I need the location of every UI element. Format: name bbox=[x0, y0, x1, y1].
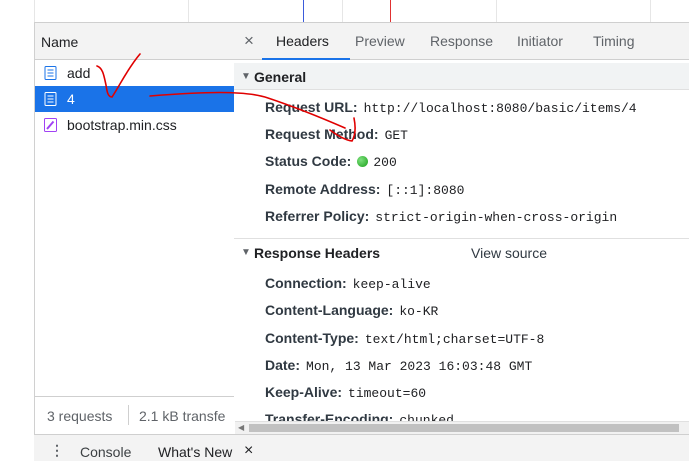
header-value: keep-alive bbox=[352, 277, 431, 292]
timeline-gridline bbox=[650, 0, 651, 22]
header-key: Referrer Policy: bbox=[265, 208, 370, 224]
header-row-status-code: Status Code: 200 bbox=[265, 153, 397, 170]
request-name: bootstrap.min.css bbox=[67, 117, 177, 133]
document-icon bbox=[44, 66, 57, 80]
request-details-panel: × Headers Preview Response Initiator Tim… bbox=[234, 22, 689, 434]
expand-triangle-icon: ▼ bbox=[241, 247, 251, 258]
scroll-left-arrow-icon[interactable]: ◀ bbox=[238, 423, 244, 432]
request-name: add bbox=[67, 65, 91, 81]
stylesheet-icon bbox=[44, 118, 57, 132]
header-key: Connection: bbox=[265, 275, 347, 291]
drawer-tab-whats-new[interactable]: What's New bbox=[158, 444, 232, 460]
header-value: strict-origin-when-cross-origin bbox=[375, 210, 618, 225]
header-row-remote-address: Remote Address: [::1]:8080 bbox=[265, 181, 464, 198]
drawer-menu-icon[interactable]: ⋮ bbox=[50, 442, 64, 459]
header-key: Request Method: bbox=[265, 126, 379, 142]
scrollbar-thumb[interactable] bbox=[249, 424, 679, 432]
header-value: 200 bbox=[373, 155, 397, 170]
header-key: Request URL: bbox=[265, 99, 358, 115]
general-section-header[interactable]: ▼ General bbox=[234, 63, 689, 90]
general-section-title: General bbox=[254, 69, 307, 85]
tab-headers[interactable]: Headers bbox=[276, 33, 329, 49]
horizontal-scrollbar[interactable]: ◀ bbox=[235, 421, 689, 435]
header-value: Mon, 13 Mar 2023 16:03:48 GMT bbox=[306, 359, 533, 374]
header-value: chunked bbox=[399, 413, 454, 421]
tab-timing[interactable]: Timing bbox=[593, 33, 635, 49]
close-drawer-tab-icon[interactable]: × bbox=[244, 442, 253, 460]
header-key: Status Code: bbox=[265, 153, 352, 169]
tab-preview[interactable]: Preview bbox=[355, 33, 405, 49]
header-row-content-type: Content-Type: text/html;charset=UTF-8 bbox=[265, 330, 544, 347]
header-value: text/html;charset=UTF-8 bbox=[364, 332, 545, 347]
header-row-keep-alive: Keep-Alive: timeout=60 bbox=[265, 384, 426, 401]
timeline-gridline bbox=[188, 0, 189, 22]
document-icon bbox=[44, 92, 57, 106]
header-row-connection: Connection: keep-alive bbox=[265, 275, 431, 292]
header-key: Keep-Alive: bbox=[265, 384, 343, 400]
header-key: Remote Address: bbox=[265, 181, 381, 197]
status-divider bbox=[128, 405, 129, 425]
header-key: Date: bbox=[265, 357, 301, 373]
name-column-header[interactable]: Name bbox=[35, 22, 234, 60]
request-row-bootstrap[interactable]: bootstrap.min.css bbox=[35, 112, 234, 138]
transfer-size: 2.1 kB transfe bbox=[139, 408, 226, 424]
request-list-panel: Name add 4 bootstrap.min.css 3 requests … bbox=[34, 22, 235, 434]
timeline-gridline bbox=[496, 0, 497, 22]
request-count: 3 requests bbox=[47, 408, 113, 424]
request-name: 4 bbox=[67, 91, 75, 107]
header-value: ko-KR bbox=[399, 304, 439, 319]
expand-triangle-icon: ▼ bbox=[241, 71, 251, 82]
view-source-link[interactable]: View source bbox=[471, 245, 547, 261]
request-row-add[interactable]: add bbox=[35, 60, 234, 86]
tab-response[interactable]: Response bbox=[430, 33, 493, 49]
timeline-overview[interactable] bbox=[0, 0, 689, 22]
response-headers-title: Response Headers bbox=[254, 245, 381, 261]
header-row-request-url: Request URL: http://localhost:8080/basic/… bbox=[265, 99, 637, 116]
header-value: [::1]:8080 bbox=[386, 183, 465, 198]
header-row-transfer-encoding: Transfer-Encoding: chunked bbox=[265, 411, 454, 421]
status-ok-icon bbox=[357, 156, 369, 167]
details-tab-bar: × Headers Preview Response Initiator Tim… bbox=[234, 22, 689, 60]
header-value: http://localhost:8080/basic/items/4 bbox=[363, 101, 637, 116]
timeline-gridline bbox=[342, 0, 343, 22]
header-row-content-language: Content-Language: ko-KR bbox=[265, 302, 438, 319]
header-row-referrer-policy: Referrer Policy: strict-origin-when-cross… bbox=[265, 208, 617, 225]
timeline-dom-marker bbox=[303, 0, 304, 22]
tab-initiator[interactable]: Initiator bbox=[517, 33, 563, 49]
close-details-icon[interactable]: × bbox=[244, 31, 254, 51]
active-tab-indicator bbox=[262, 58, 350, 60]
response-headers-section-header[interactable]: ▼ Response Headers View source bbox=[234, 238, 689, 265]
bottom-drawer-bar: ⋮ Console What's New × bbox=[34, 434, 689, 461]
timeline-gridline bbox=[34, 0, 35, 22]
name-column-label: Name bbox=[41, 34, 79, 50]
header-row-date: Date: Mon, 13 Mar 2023 16:03:48 GMT bbox=[265, 357, 532, 374]
drawer-tab-console[interactable]: Console bbox=[80, 444, 131, 460]
timeline-load-marker bbox=[390, 0, 391, 22]
header-key: Transfer-Encoding: bbox=[265, 411, 394, 421]
network-status-bar: 3 requests 2.1 kB transfe bbox=[35, 396, 234, 434]
header-row-request-method: Request Method: GET bbox=[265, 126, 408, 143]
header-key: Content-Type: bbox=[265, 330, 359, 346]
header-key: Content-Language: bbox=[265, 302, 394, 318]
request-row-4[interactable]: 4 bbox=[35, 86, 234, 112]
header-value: timeout=60 bbox=[348, 386, 427, 401]
header-value: GET bbox=[384, 128, 408, 143]
